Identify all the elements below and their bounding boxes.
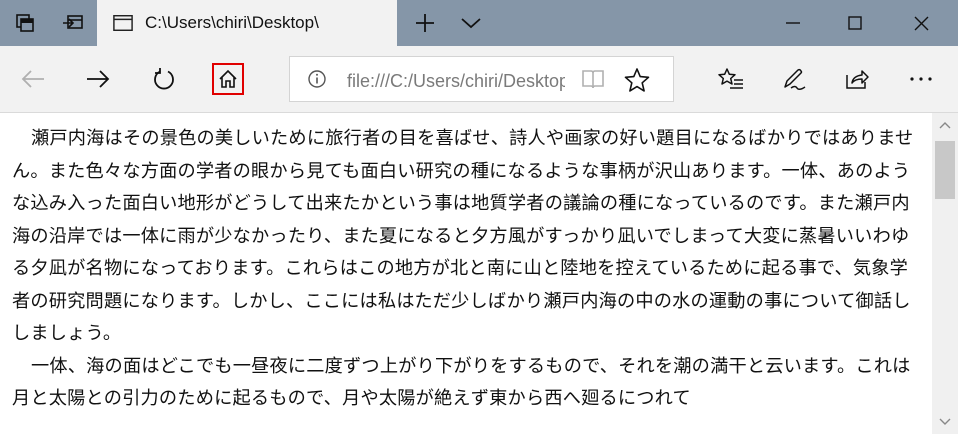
share-icon [846, 70, 869, 89]
scroll-thumb[interactable] [935, 141, 955, 199]
favorites-hub-button[interactable] [708, 56, 754, 102]
navigation-toolbar [0, 46, 958, 113]
share-button[interactable] [834, 56, 880, 102]
tab-title: C:\Users\chiri\Desktop\ [145, 13, 319, 32]
refresh-button[interactable] [141, 56, 187, 102]
tab-current[interactable]: C:\Users\chiri\Desktop\ [97, 0, 397, 46]
back-button[interactable] [10, 56, 56, 102]
minimize-button[interactable] [762, 0, 824, 46]
page-content: 瀬戸内海はその景色の美しいために旅行者の目を喜ばせ、詩人や画家の好い題目になるば… [0, 113, 932, 434]
back-arrow-icon [21, 70, 44, 88]
address-input[interactable] [347, 69, 565, 93]
tab-preview-button[interactable] [448, 0, 494, 46]
paragraph: 一体、海の面はどこでも一昼夜に二度ずつ上がり下がりをするもので、それを潮の満干と… [12, 355, 911, 410]
add-notes-button[interactable] [771, 56, 817, 102]
favorites-list-icon [718, 68, 743, 89]
title-bar: C:\Users\chiri\Desktop\ [0, 0, 958, 46]
minimize-icon [786, 22, 800, 24]
forward-arrow-icon [87, 70, 110, 88]
chevron-down-icon [939, 418, 951, 425]
paragraph: 瀬戸内海はその景色の美しいために旅行者の目を喜ばせ、詩人や画家の好い題目になるば… [12, 128, 914, 344]
home-button[interactable] [212, 63, 244, 95]
chevron-up-icon [939, 122, 951, 129]
home-icon [219, 69, 237, 88]
maximize-button[interactable] [824, 0, 886, 46]
more-button[interactable] [898, 56, 944, 102]
show-set-aside-icon [63, 15, 83, 29]
info-icon[interactable] [307, 69, 327, 89]
vertical-scrollbar[interactable] [932, 113, 958, 434]
close-icon [914, 16, 928, 30]
close-button[interactable] [890, 0, 952, 46]
page-icon [113, 15, 133, 31]
maximize-icon [848, 16, 862, 30]
scroll-up-button[interactable] [932, 113, 958, 137]
star-icon[interactable] [624, 67, 650, 93]
forward-button[interactable] [75, 56, 121, 102]
book-icon[interactable] [581, 68, 605, 90]
set-aside-tabs-icon [16, 14, 34, 32]
chevron-down-icon [461, 18, 481, 29]
new-tab-button[interactable] [402, 0, 448, 46]
scroll-down-button[interactable] [932, 410, 958, 434]
plus-icon [416, 14, 434, 32]
address-bar[interactable] [289, 56, 674, 102]
ellipsis-icon [910, 77, 932, 81]
refresh-icon [154, 68, 174, 90]
show-set-aside-tabs-button[interactable] [50, 0, 96, 46]
set-aside-tabs-button[interactable] [0, 0, 50, 46]
pen-icon [784, 68, 806, 91]
